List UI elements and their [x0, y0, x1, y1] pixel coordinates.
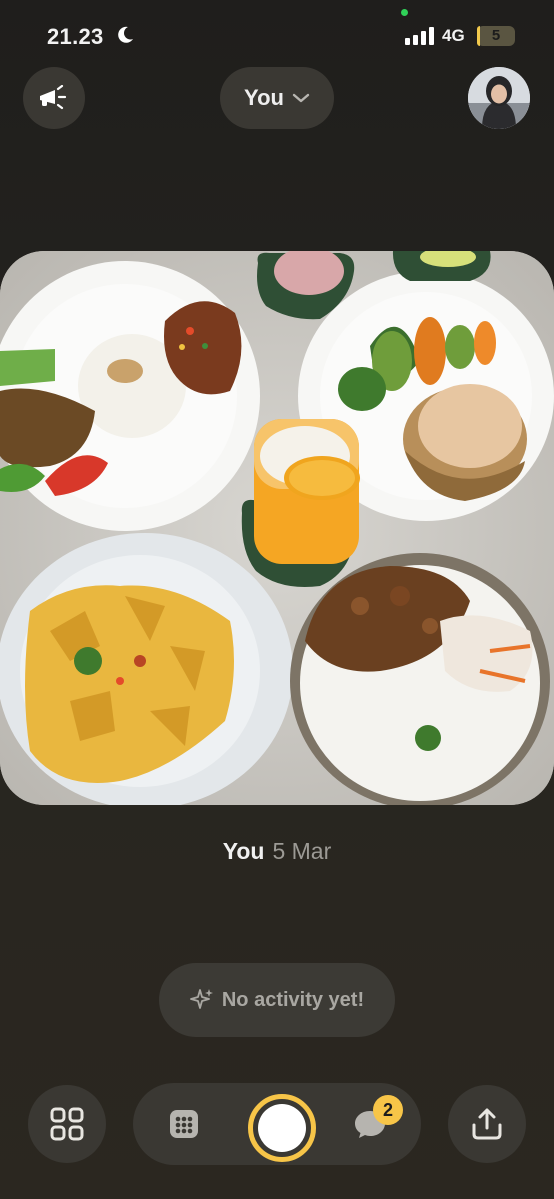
moon-icon — [118, 26, 133, 43]
shutter-button[interactable] — [248, 1094, 316, 1162]
audience-selector[interactable]: You — [220, 67, 334, 129]
food-photo[interactable] — [0, 251, 554, 805]
sparkle-icon — [189, 989, 213, 1009]
avatar — [468, 67, 530, 129]
activity-pill[interactable]: No activity yet! — [159, 963, 395, 1037]
profile-avatar[interactable] — [468, 67, 530, 129]
post-author[interactable]: You — [223, 838, 265, 864]
post-date: 5 Mar — [272, 838, 332, 864]
status-time: 21.23 — [47, 24, 104, 49]
battery-percent: 5 — [491, 27, 501, 44]
status-bar: 21.23 4G 5 — [0, 0, 554, 70]
megaphone-button[interactable] — [23, 67, 85, 129]
grid-icon — [50, 1107, 84, 1141]
audience-label: You — [244, 85, 284, 110]
calendar-button[interactable] — [168, 1108, 200, 1140]
chevron-down-icon — [292, 93, 310, 103]
activity-label: No activity yet! — [221, 988, 365, 1011]
battery-icon: 5 — [477, 26, 515, 46]
signal-icon — [405, 27, 435, 45]
food-photo-image — [0, 251, 554, 805]
chat-badge: 2 — [373, 1095, 403, 1125]
privacy-indicator-dot — [401, 9, 408, 16]
calendar-icon — [170, 1110, 198, 1138]
network-type: 4G — [442, 26, 465, 45]
share-button[interactable] — [448, 1085, 526, 1163]
megaphone-icon — [40, 85, 67, 110]
shutter-inner — [258, 1104, 306, 1152]
grid-view-button[interactable] — [28, 1085, 106, 1163]
share-icon — [472, 1108, 502, 1140]
post-caption: You 5 Mar — [0, 838, 554, 865]
